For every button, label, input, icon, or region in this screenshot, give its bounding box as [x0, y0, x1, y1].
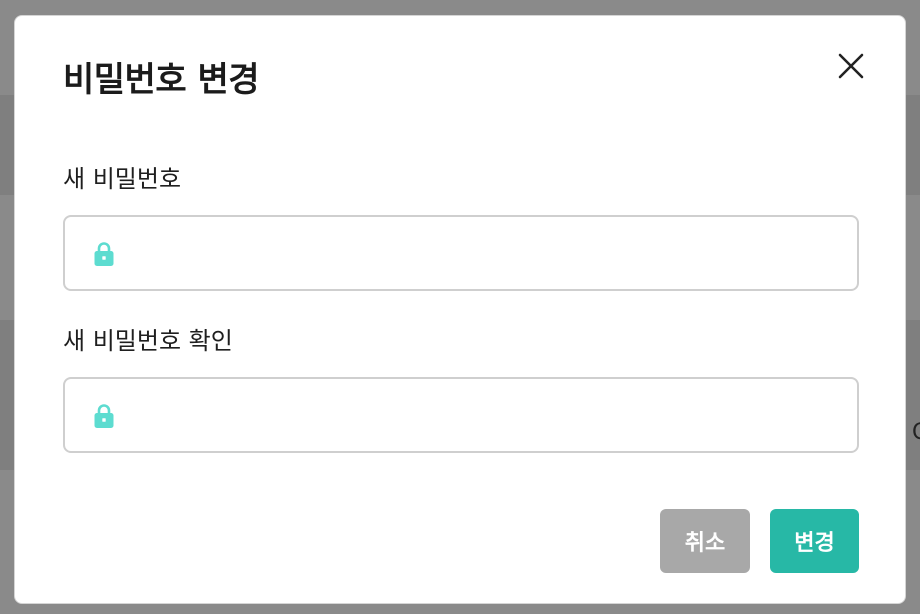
new-password-input[interactable]	[135, 217, 835, 289]
confirm-password-input[interactable]	[135, 379, 835, 451]
change-button[interactable]: 변경	[770, 509, 859, 573]
confirm-password-field[interactable]	[63, 377, 859, 453]
confirm-password-label: 새 비밀번호 확인	[63, 327, 233, 355]
change-password-modal: 비밀번호 변경 새 비밀번호 새 비밀번호 확인 취소 변경	[14, 15, 906, 604]
new-password-label: 새 비밀번호	[63, 165, 182, 193]
cancel-button[interactable]: 취소	[660, 509, 750, 573]
close-button[interactable]	[833, 48, 869, 84]
close-icon	[838, 53, 864, 79]
modal-title: 비밀번호 변경	[63, 60, 260, 100]
background-partial-text: C	[912, 420, 920, 445]
lock-icon	[93, 241, 115, 267]
lock-icon	[93, 403, 115, 429]
new-password-field[interactable]	[63, 215, 859, 291]
